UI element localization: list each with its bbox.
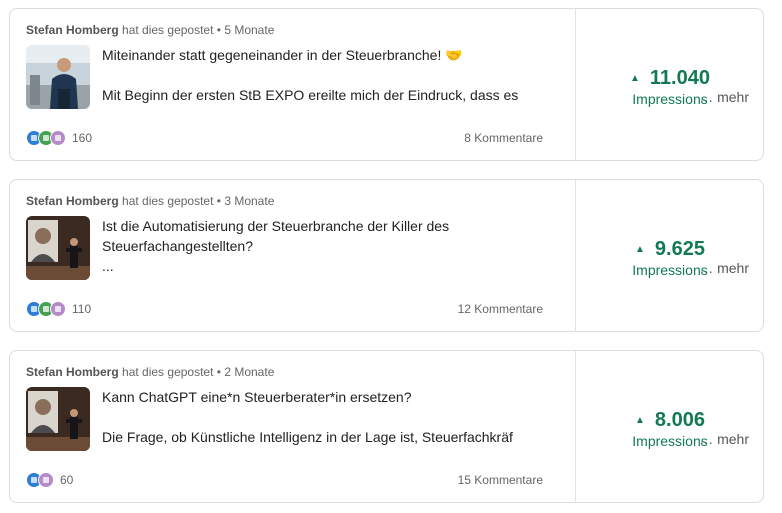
- impressions-value: 11.040: [649, 67, 710, 89]
- post-header: Stefan Homberg hat dies gepostet • 3 Mon…: [26, 194, 274, 208]
- impressions-panel[interactable]: ▲ 11.040 Impressions: [576, 9, 764, 160]
- post-text-line: [102, 407, 562, 427]
- author-name[interactable]: Stefan Homberg: [26, 194, 119, 208]
- author-name[interactable]: Stefan Homberg: [26, 23, 119, 37]
- impressions-value: 8.006: [654, 409, 705, 431]
- author-name[interactable]: Stefan Homberg: [26, 365, 119, 379]
- separator: •: [216, 23, 221, 37]
- impressions-value-row: ▲ 11.040: [576, 67, 764, 90]
- impressions-label: Impressions: [632, 91, 708, 107]
- post-text[interactable]: Kann ChatGPT eine*n Steuerberater*in ers…: [102, 387, 562, 447]
- impressions-panel[interactable]: ▲ 9.625 Impressions: [576, 180, 764, 331]
- post-age: 2 Monate: [224, 365, 275, 379]
- reactions-summary[interactable]: 110: [26, 301, 91, 317]
- post-text-line: Kann ChatGPT eine*n Steuerberater*in ers…: [102, 389, 412, 405]
- post-text-line: Ist die Automatisierung der Steuerbranch…: [102, 218, 450, 234]
- impressions-panel[interactable]: ▲ 8.006 Impressions: [576, 351, 764, 502]
- post-text-line: Miteinander statt gegeneinander in der S…: [102, 47, 463, 63]
- post-age: 5 Monate: [224, 23, 275, 37]
- post-age: 3 Monate: [224, 194, 275, 208]
- comments-count-link[interactable]: 12 Kommentare: [458, 302, 543, 316]
- post-thumbnail[interactable]: [26, 45, 90, 109]
- post-action: hat dies gepostet: [122, 194, 214, 208]
- impressions-label: Impressions: [632, 433, 708, 449]
- trend-up-icon: ▲: [635, 244, 645, 255]
- post-text[interactable]: Miteinander statt gegeneinander in der S…: [102, 45, 562, 105]
- support-reaction-icon: [38, 472, 54, 488]
- reaction-count: 110: [72, 302, 92, 316]
- post-card[interactable]: Stefan Homberg hat dies gepostet • 2 Mon…: [9, 350, 764, 503]
- post-text-line: Mit Beginn der ersten StB EXPO ereilte m…: [102, 87, 519, 103]
- impressions-value: 9.625: [654, 238, 705, 260]
- post-action: hat dies gepostet: [122, 23, 214, 37]
- post-text-line: ...: [102, 258, 114, 274]
- separator: •: [216, 365, 221, 379]
- post-card[interactable]: Stefan Homberg hat dies gepostet • 3 Mon…: [9, 179, 764, 332]
- separator: •: [216, 194, 221, 208]
- support-reaction-icon: [50, 301, 66, 317]
- trend-up-icon: ▲: [635, 415, 645, 426]
- post-action: hat dies gepostet: [122, 365, 214, 379]
- post-header: Stefan Homberg hat dies gepostet • 2 Mon…: [26, 365, 274, 379]
- reactions-summary[interactable]: 160: [26, 130, 92, 146]
- reaction-count: 60: [60, 473, 74, 487]
- comments-count-link[interactable]: 15 Kommentare: [458, 473, 543, 487]
- impressions-label: Impressions: [632, 262, 708, 278]
- post-text-line: [102, 65, 562, 85]
- post-thumbnail[interactable]: [26, 387, 90, 451]
- trend-up-icon: ▲: [630, 73, 640, 84]
- reactions-summary[interactable]: 60: [26, 472, 73, 488]
- post-text-line: Die Frage, ob Künstliche Intelligenz in …: [102, 429, 513, 445]
- reaction-count: 160: [72, 131, 93, 145]
- post-thumbnail[interactable]: [26, 216, 90, 280]
- support-reaction-icon: [50, 130, 66, 146]
- post-text-line: Steuerfachangestellten?: [102, 238, 253, 254]
- impressions-value-row: ▲ 9.625: [576, 238, 764, 261]
- post-header: Stefan Homberg hat dies gepostet • 5 Mon…: [26, 23, 274, 37]
- post-card[interactable]: Stefan Homberg hat dies gepostet • 5 Mon…: [9, 8, 764, 161]
- impressions-value-row: ▲ 8.006: [576, 409, 764, 432]
- post-text[interactable]: Ist die Automatisierung der Steuerbranch…: [102, 216, 562, 276]
- comments-count-link[interactable]: 8 Kommentare: [464, 131, 543, 145]
